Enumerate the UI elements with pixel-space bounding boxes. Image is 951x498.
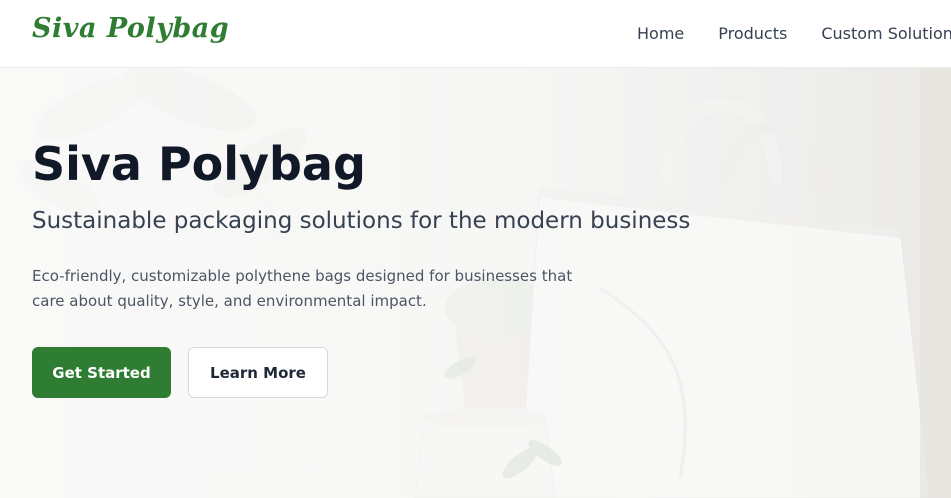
learn-more-button[interactable]: Learn More bbox=[188, 347, 328, 398]
site-header: Siva Polybag Home Products Custom Soluti… bbox=[0, 0, 951, 68]
hero-title: Siva Polybag bbox=[32, 137, 366, 191]
site-logo[interactable]: Siva Polybag bbox=[32, 13, 229, 44]
nav-link-custom-solutions[interactable]: Custom Solutions bbox=[821, 24, 951, 43]
nav-link-products[interactable]: Products bbox=[718, 24, 787, 43]
main-nav: Home Products Custom Solutions bbox=[637, 24, 951, 43]
get-started-button[interactable]: Get Started bbox=[32, 347, 171, 398]
hero-description: Eco-friendly, customizable polythene bag… bbox=[32, 267, 573, 310]
hero-subtitle: Sustainable packaging solutions for the … bbox=[32, 208, 691, 234]
nav-link-home[interactable]: Home bbox=[637, 24, 684, 43]
